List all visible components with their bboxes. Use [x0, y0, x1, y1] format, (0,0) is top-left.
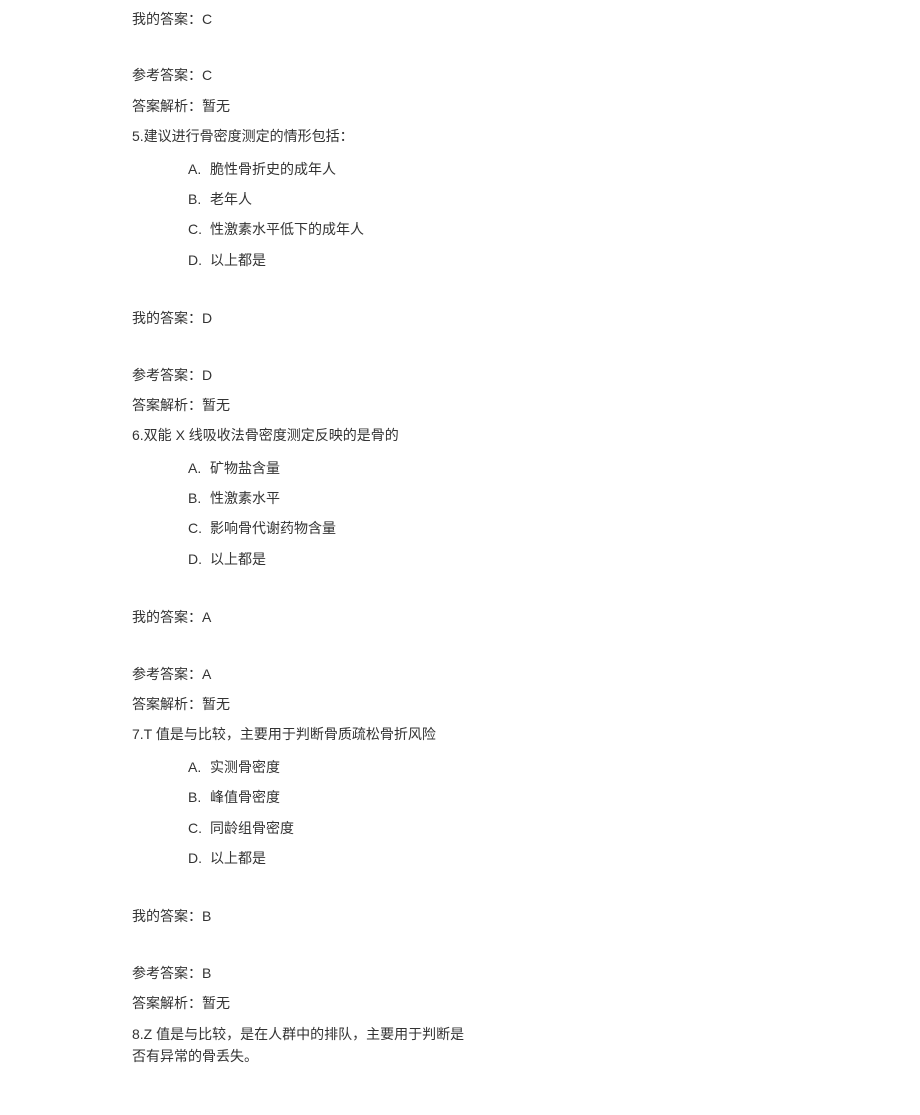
option-letter: B. [188, 487, 210, 509]
option-row: B. 性激素水平 [188, 487, 860, 509]
option-text: 性激素水平 [210, 487, 860, 509]
option-letter: A. [188, 158, 210, 180]
option-row: C. 性激素水平低下的成年人 [188, 218, 860, 240]
option-row: C. 影响骨代谢药物含量 [188, 517, 860, 539]
question-number: 6 [132, 427, 140, 443]
option-text: 矿物盐含量 [210, 457, 860, 479]
my-answer-value: D [202, 310, 212, 326]
my-answer-label: 我的答案： [132, 609, 202, 625]
option-row: D. 以上都是 [188, 847, 860, 869]
analysis-line: 答案解析：暂无 [132, 992, 860, 1014]
ref-answer-line: 参考答案：C [132, 64, 860, 86]
analysis-value: 暂无 [202, 98, 230, 114]
content-area: 我的答案：C 参考答案：C 答案解析：暂无 5.建议进行骨密度测定的情形包括： … [132, 8, 860, 1067]
option-text: 以上都是 [210, 847, 860, 869]
option-text: 脆性骨折史的成年人 [210, 158, 860, 180]
my-answer-line: 我的答案：C [132, 8, 860, 30]
option-text: 老年人 [210, 188, 860, 210]
my-answer-value: B [202, 908, 211, 924]
question-stem: 8.Z 值是与比较，是在人群中的排队，主要用于判断是否有异常的骨丢失。 [132, 1023, 472, 1068]
option-row: A. 实测骨密度 [188, 756, 860, 778]
ref-answer-value: C [202, 67, 212, 83]
analysis-label: 答案解析： [132, 397, 202, 413]
ref-answer-value: D [202, 367, 212, 383]
option-letter: C. [188, 517, 210, 539]
analysis-value: 暂无 [202, 995, 230, 1011]
option-text: 以上都是 [210, 548, 860, 570]
option-letter: D. [188, 847, 210, 869]
ref-answer-label: 参考答案： [132, 666, 202, 682]
option-letter: C. [188, 817, 210, 839]
option-row: D. 以上都是 [188, 249, 860, 271]
option-letter: B. [188, 786, 210, 808]
question-stem: 6.双能 X 线吸收法骨密度测定反映的是骨的 [132, 424, 472, 446]
question-text: .Z 值是与比较，是在人群中的排队，主要用于判断是否有异常的骨丢失。 [132, 1026, 464, 1064]
option-text: 以上都是 [210, 249, 860, 271]
ref-answer-value: B [202, 965, 211, 981]
option-row: A. 矿物盐含量 [188, 457, 860, 479]
ref-answer-value: A [202, 666, 211, 682]
option-letter: D. [188, 548, 210, 570]
question-stem: 5.建议进行骨密度测定的情形包括： [132, 125, 472, 147]
analysis-value: 暂无 [202, 696, 230, 712]
option-row: B. 峰值骨密度 [188, 786, 860, 808]
question-number: 8 [132, 1026, 140, 1042]
my-answer-value: C [202, 11, 212, 27]
question-text: .双能 X 线吸收法骨密度测定反映的是骨的 [140, 427, 399, 443]
my-answer-label: 我的答案： [132, 908, 202, 924]
options-list: A. 脆性骨折史的成年人 B. 老年人 C. 性激素水平低下的成年人 D. 以上… [188, 158, 860, 272]
analysis-label: 答案解析： [132, 98, 202, 114]
option-row: C. 同龄组骨密度 [188, 817, 860, 839]
option-letter: C. [188, 218, 210, 240]
my-answer-label: 我的答案： [132, 11, 202, 27]
ref-answer-label: 参考答案： [132, 67, 202, 83]
options-list: A. 实测骨密度 B. 峰值骨密度 C. 同龄组骨密度 D. 以上都是 [188, 756, 860, 870]
question-number: 7 [132, 726, 140, 742]
options-list: A. 矿物盐含量 B. 性激素水平 C. 影响骨代谢药物含量 D. 以上都是 [188, 457, 860, 571]
my-answer-value: A [202, 609, 211, 625]
ref-answer-line: 参考答案：A [132, 663, 860, 685]
analysis-line: 答案解析：暂无 [132, 394, 860, 416]
option-letter: D. [188, 249, 210, 271]
option-text: 实测骨密度 [210, 756, 860, 778]
ref-answer-label: 参考答案： [132, 965, 202, 981]
option-text: 性激素水平低下的成年人 [210, 218, 860, 240]
analysis-line: 答案解析：暂无 [132, 95, 860, 117]
ref-answer-line: 参考答案：D [132, 364, 860, 386]
my-answer-line: 我的答案：A [132, 606, 860, 628]
option-text: 同龄组骨密度 [210, 817, 860, 839]
option-letter: A. [188, 756, 210, 778]
analysis-label: 答案解析： [132, 696, 202, 712]
ref-answer-line: 参考答案：B [132, 962, 860, 984]
ref-answer-label: 参考答案： [132, 367, 202, 383]
option-row: D. 以上都是 [188, 548, 860, 570]
my-answer-label: 我的答案： [132, 310, 202, 326]
analysis-label: 答案解析： [132, 995, 202, 1011]
analysis-line: 答案解析：暂无 [132, 693, 860, 715]
question-stem: 7.T 值是与比较，主要用于判断骨质疏松骨折风险 [132, 723, 472, 745]
question-number: 5 [132, 128, 140, 144]
option-text: 峰值骨密度 [210, 786, 860, 808]
my-answer-line: 我的答案：D [132, 307, 860, 329]
analysis-value: 暂无 [202, 397, 230, 413]
option-letter: A. [188, 457, 210, 479]
option-text: 影响骨代谢药物含量 [210, 517, 860, 539]
my-answer-line: 我的答案：B [132, 905, 860, 927]
option-row: A. 脆性骨折史的成年人 [188, 158, 860, 180]
question-text: .T 值是与比较，主要用于判断骨质疏松骨折风险 [140, 726, 436, 742]
option-row: B. 老年人 [188, 188, 860, 210]
question-text: .建议进行骨密度测定的情形包括： [140, 128, 354, 144]
option-letter: B. [188, 188, 210, 210]
